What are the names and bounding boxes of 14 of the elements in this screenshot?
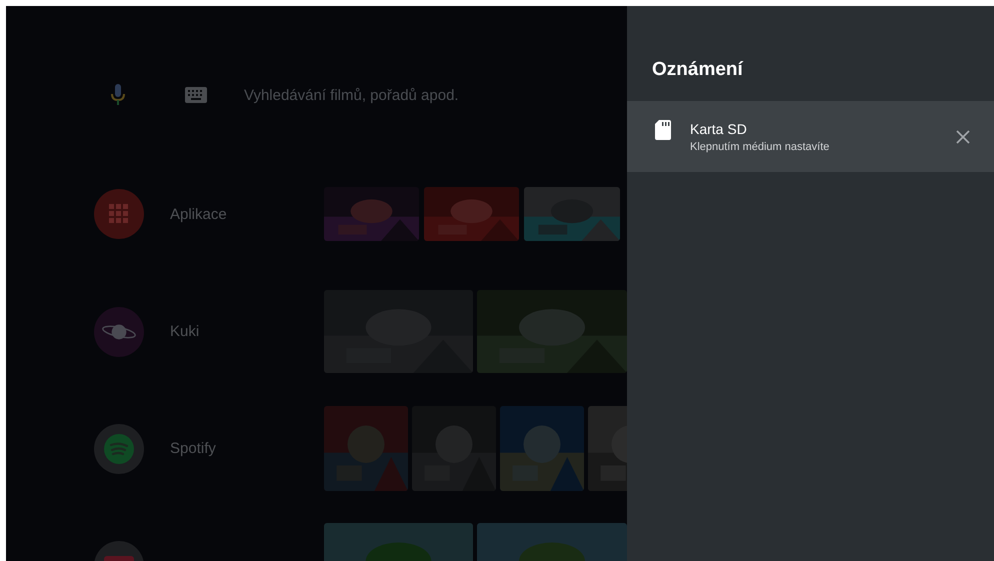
spotify-icon[interactable]	[94, 424, 144, 474]
apps-grid-icon[interactable]	[94, 189, 144, 239]
sd-card-icon	[655, 120, 671, 140]
microphone-icon[interactable]	[111, 84, 125, 106]
row-label: Aplikace	[170, 206, 227, 222]
keyboard-icon[interactable]	[185, 87, 207, 103]
row-label: Kuki	[170, 323, 200, 340]
notification-text: Klepnutím médium nastavíte	[690, 140, 830, 152]
panel-title: Oznámení	[651, 58, 744, 82]
close-icon[interactable]	[956, 130, 970, 144]
notification-title: Karta SD	[690, 120, 748, 136]
notification-item[interactable]: Karta SD Klepnutím médium nastavíte	[627, 101, 994, 172]
row-label: Spotify	[170, 440, 216, 457]
planet-icon[interactable]	[94, 306, 144, 356]
